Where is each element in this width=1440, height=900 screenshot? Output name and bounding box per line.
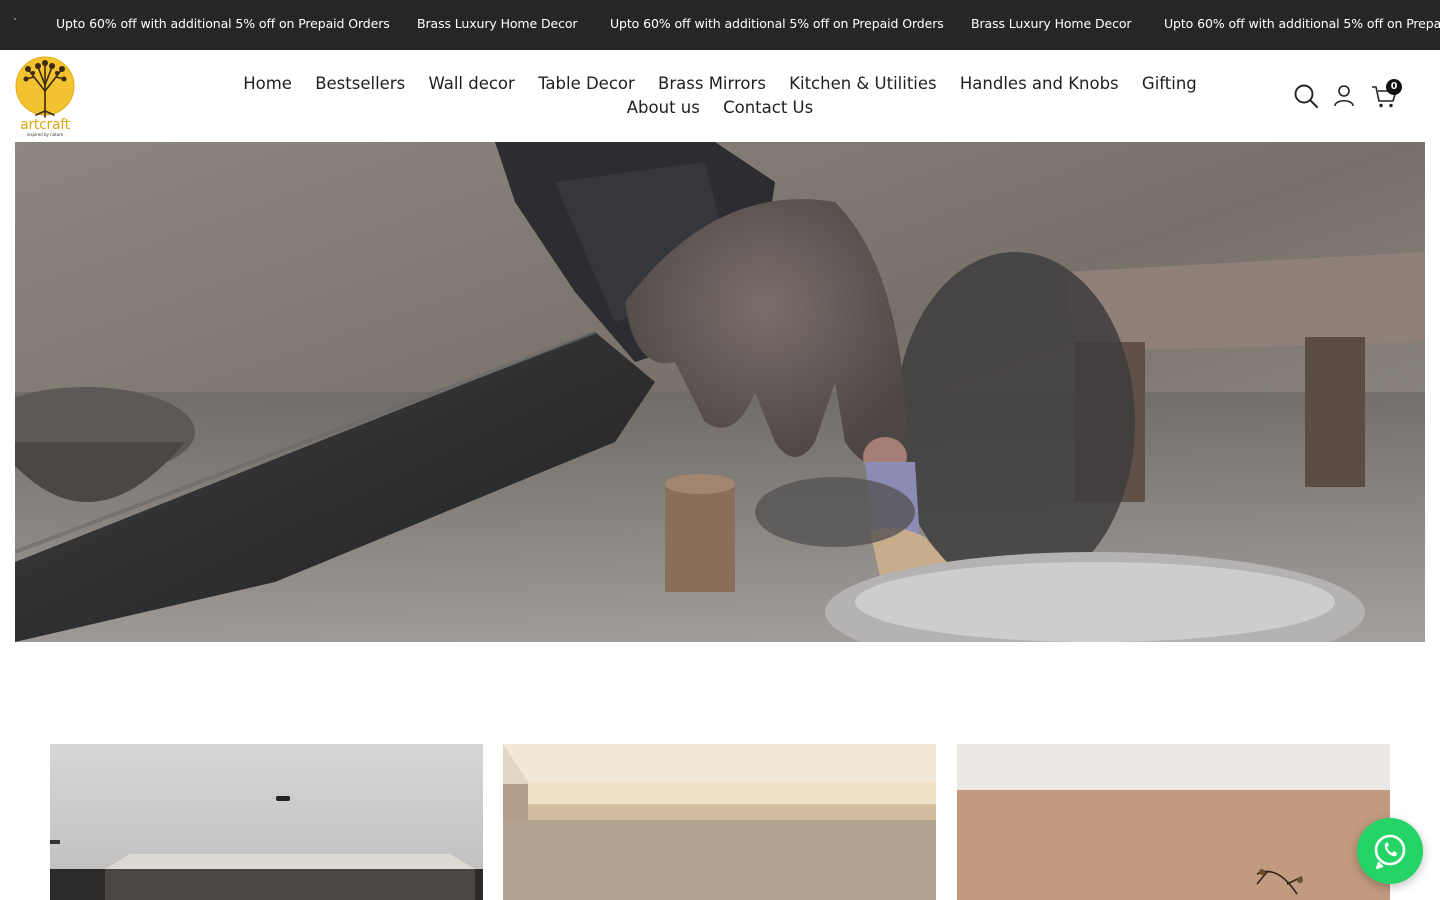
nav-wall-decor[interactable]: Wall decor — [428, 72, 514, 96]
nav-brass-mirrors[interactable]: Brass Mirrors — [658, 72, 766, 96]
announcement-text: Upto 60% off with additional 5% off on P… — [56, 16, 390, 31]
marquee-dot — [14, 18, 16, 20]
nav-gifting[interactable]: Gifting — [1142, 72, 1197, 96]
collection-card[interactable] — [503, 744, 936, 900]
nav-contact-us[interactable]: Contact Us — [723, 96, 813, 120]
nav-handles-knobs[interactable]: Handles and Knobs — [960, 72, 1119, 96]
brand-logo[interactable]: artcraft inspired by nature — [14, 55, 76, 139]
main-nav: Home Bestsellers Wall decor Table Decor … — [220, 72, 1220, 120]
card-image — [50, 744, 483, 900]
brand-tagline: inspired by nature — [26, 132, 64, 137]
nav-bestsellers[interactable]: Bestsellers — [315, 72, 405, 96]
user-icon[interactable] — [1330, 82, 1358, 110]
collection-card[interactable] — [50, 744, 483, 900]
cart-count-badge: 0 — [1386, 79, 1402, 95]
collection-card[interactable] — [957, 744, 1390, 900]
nav-home[interactable]: Home — [243, 72, 292, 96]
card-image — [957, 744, 1390, 900]
nav-table-decor[interactable]: Table Decor — [538, 72, 635, 96]
card-image — [503, 744, 936, 900]
tree-logo-icon — [15, 56, 75, 118]
hero-image — [15, 142, 1425, 642]
announcement-bar: Upto 60% off with additional 5% off on P… — [0, 0, 1440, 50]
brand-name: artcraft — [20, 117, 70, 133]
search-icon[interactable] — [1292, 82, 1320, 110]
announcement-text: Upto 60% off with additional 5% off on P… — [610, 16, 944, 31]
hero-banner[interactable] — [15, 142, 1425, 642]
whatsapp-button[interactable] — [1357, 818, 1423, 884]
nav-about-us[interactable]: About us — [627, 96, 700, 120]
whatsapp-icon — [1374, 834, 1406, 869]
site-header: artcraft inspired by nature Home Bestsel… — [0, 50, 1440, 142]
announcement-text: Brass Luxury Home Decor — [971, 16, 1132, 31]
announcement-text: Upto 60% off with additional 5% off on P… — [1164, 16, 1440, 31]
shopping-cart-icon[interactable]: 0 — [1370, 79, 1402, 110]
announcement-text: Brass Luxury Home Decor — [417, 16, 578, 31]
nav-kitchen-utilities[interactable]: Kitchen & Utilities — [789, 72, 936, 96]
